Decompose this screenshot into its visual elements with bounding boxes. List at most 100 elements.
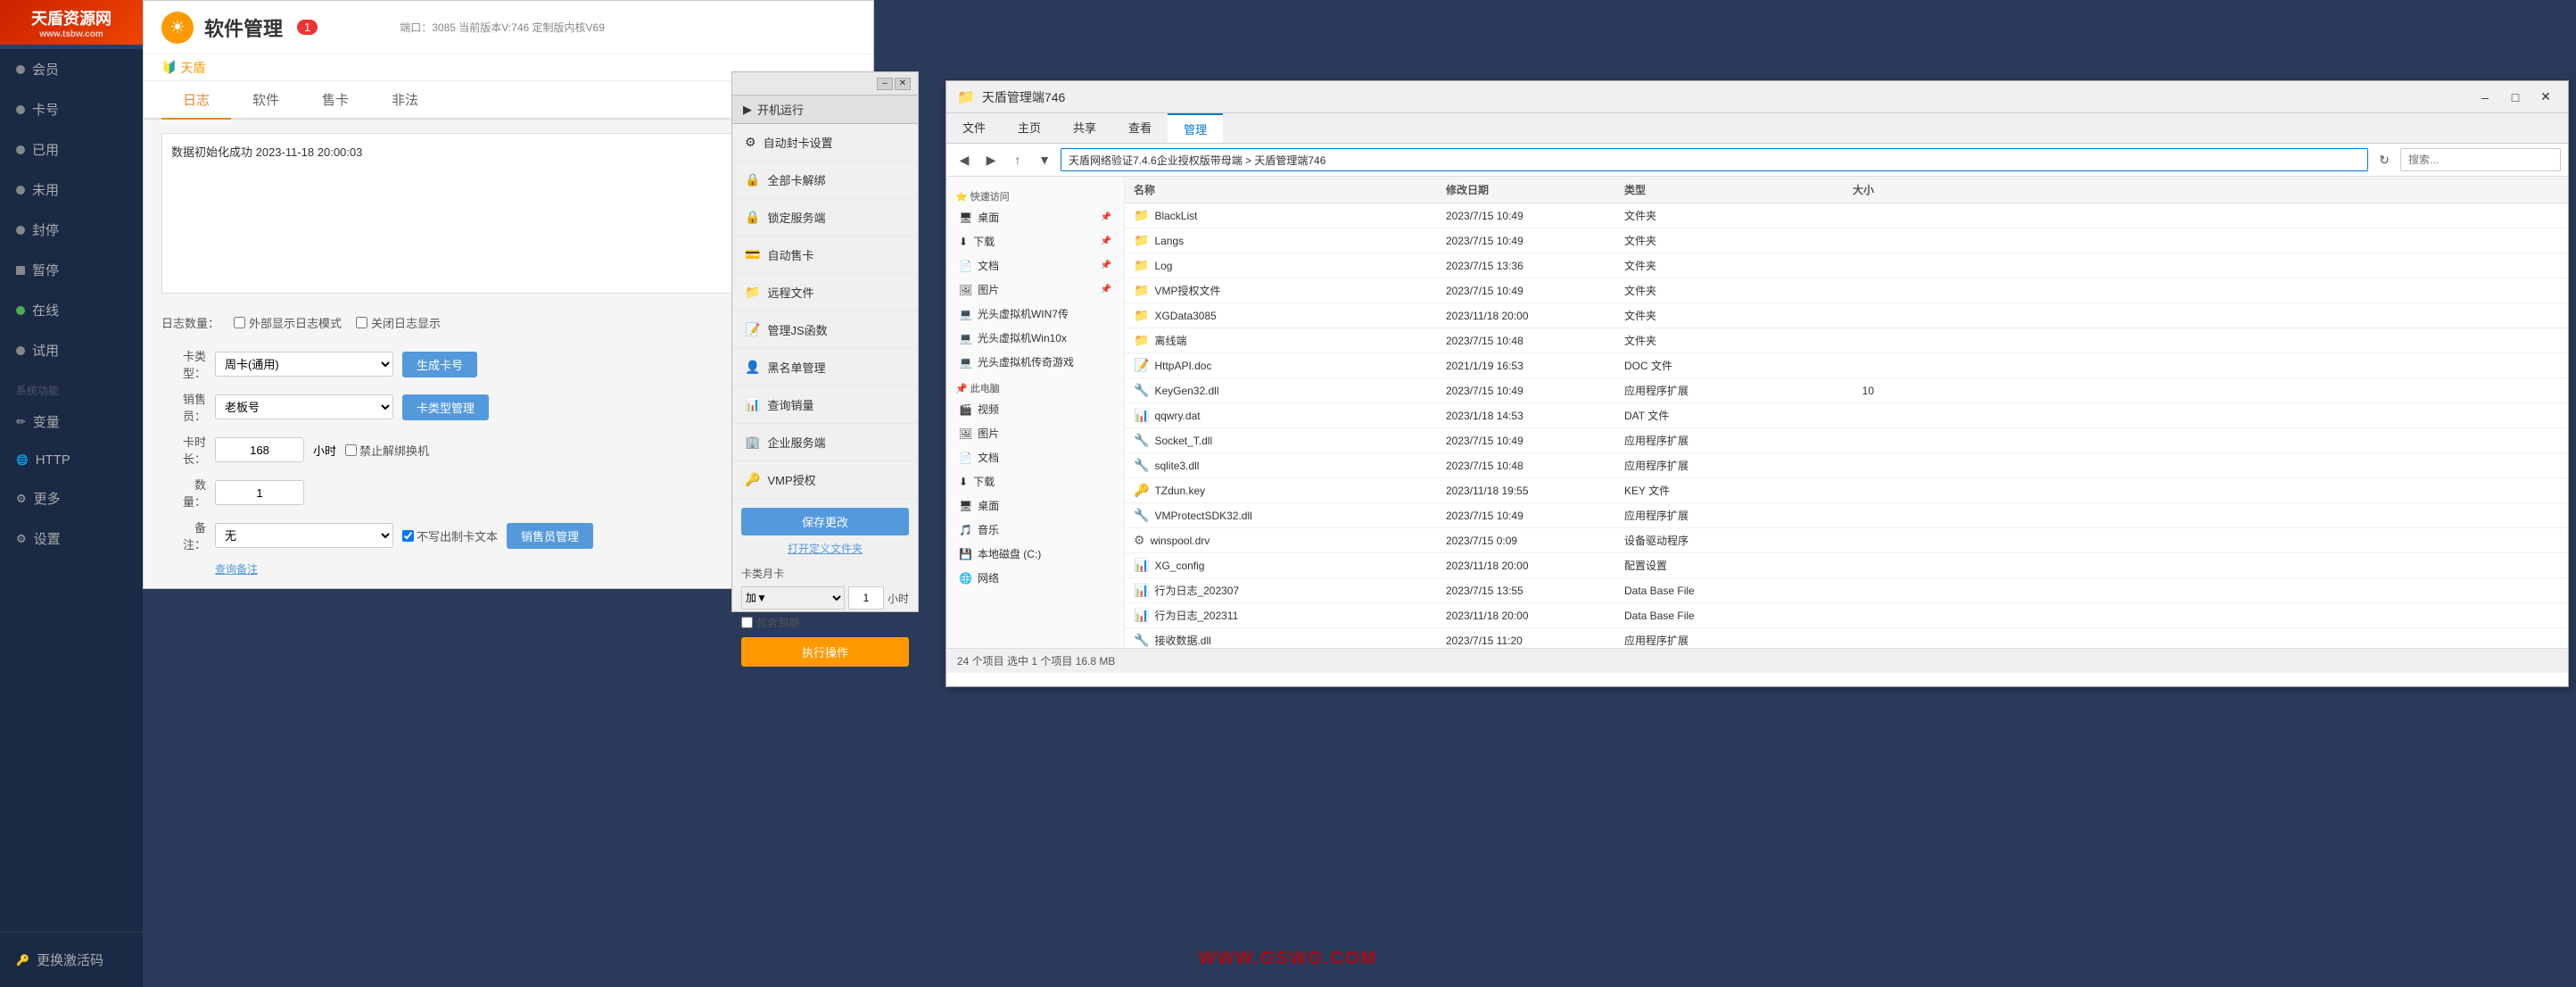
fe-sidebar-vm2[interactable]: 💻 光头虚拟机Win10x xyxy=(946,326,1124,350)
col-size[interactable]: 大小 xyxy=(1776,180,1883,199)
mid-item-autocard[interactable]: ⚙ 自动封卡设置 xyxy=(732,124,918,162)
file-row[interactable]: 📊 行为日志_202311 2023/11/18 20:00 Data Base… xyxy=(1125,603,2568,628)
file-row[interactable]: 📊 qqwry.dat 2023/1/18 14:53 DAT 文件 xyxy=(1125,403,2568,428)
fe-tab-view[interactable]: 查看 xyxy=(1112,113,1168,143)
fe-search-input[interactable] xyxy=(2400,148,2561,171)
tab-software[interactable]: 软件 xyxy=(231,81,301,120)
file-row[interactable]: 🔧 Socket_T.dll 2023/7/15 10:49 应用程序扩展 xyxy=(1125,428,2568,453)
sidebar-item-trial[interactable]: 试用 xyxy=(0,330,143,370)
nav-recent-btn[interactable]: ▼ xyxy=(1034,149,1055,170)
sidebar-item-used[interactable]: 已用 xyxy=(0,129,143,170)
sidebar-item-variable[interactable]: ✏ 变量 xyxy=(0,402,143,442)
col-date[interactable]: 修改日期 xyxy=(1437,180,1615,199)
sidebar-item-cardno[interactable]: 卡号 xyxy=(0,89,143,129)
mid-item-remotefile[interactable]: 📁 远程文件 xyxy=(732,274,918,311)
sidebar-item-paused[interactable]: 暂停 xyxy=(0,250,143,290)
prevent-switch-checkbox[interactable] xyxy=(345,444,357,456)
card-type-mgr-btn[interactable]: 卡类型管理 xyxy=(402,394,489,420)
checkbox-close-log[interactable] xyxy=(356,317,367,328)
file-row[interactable]: 📁 Log 2023/7/15 13:36 文件夹 xyxy=(1125,253,2568,278)
fe-address-path[interactable]: 天盾网络验证7.4.6企业授权版带母端 > 天盾管理端746 xyxy=(1061,148,2368,171)
add-value-input[interactable] xyxy=(848,586,884,610)
seller-mgr-btn[interactable]: 销售员管理 xyxy=(507,523,593,549)
fe-sidebar-docs[interactable]: 📄 文档 📌 xyxy=(946,253,1124,278)
nav-forward-btn[interactable]: ▶ xyxy=(980,149,1002,170)
col-name[interactable]: 名称 xyxy=(1125,180,1437,199)
sidebar-item-activationcode[interactable]: 🔑 更换激活码 xyxy=(0,940,143,980)
fe-sidebar-desk2[interactable]: 🖥 桌面 xyxy=(946,494,1124,518)
fe-sidebar-video[interactable]: 🎬 视频 xyxy=(946,397,1124,421)
seller-select[interactable]: 老板号 xyxy=(215,394,393,419)
mid-item-unbind[interactable]: 🔒 全部卡解绑 xyxy=(732,162,918,199)
tab-illegal[interactable]: 非法 xyxy=(370,81,440,120)
fe-sidebar-dl2[interactable]: ⬇ 下载 xyxy=(946,469,1124,494)
checkbox-close-label[interactable]: 关闭日志显示 xyxy=(356,314,441,331)
mid-item-enterprise[interactable]: 🏢 企业服务端 xyxy=(732,424,918,461)
file-row[interactable]: 📁 Langs 2023/7/15 10:49 文件夹 xyxy=(1125,228,2568,253)
file-row[interactable]: 📁 BlackList 2023/7/15 10:49 文件夹 xyxy=(1125,203,2568,228)
remark-select[interactable]: 无 xyxy=(215,523,393,548)
fe-tab-file[interactable]: 文件 xyxy=(946,113,1002,143)
gen-card-btn[interactable]: 生成卡号 xyxy=(402,352,477,377)
fe-sidebar-music[interactable]: 🎵 音乐 xyxy=(946,518,1124,542)
minimize-window-btn[interactable]: – xyxy=(2473,88,2497,106)
fe-sidebar-localc[interactable]: 💾 本地磁盘 (C:) xyxy=(946,542,1124,566)
fe-sidebar-desktop[interactable]: 🖥 桌面 📌 xyxy=(946,205,1124,229)
sidebar-item-member[interactable]: 会员 xyxy=(0,49,143,89)
include-expiry-checkbox[interactable] xyxy=(741,617,753,628)
file-row[interactable]: 🔧 接收数据.dll 2023/7/15 11:20 应用程序扩展 xyxy=(1125,628,2568,648)
fe-sidebar-images[interactable]: 🖼 图片 📌 xyxy=(946,278,1124,302)
refresh-btn[interactable]: ↻ xyxy=(2374,149,2395,170)
file-row[interactable]: 📁 VMP授权文件 2023/7/15 10:49 文件夹 xyxy=(1125,278,2568,303)
fe-sidebar-vm3[interactable]: 💻 光头虚拟机传奇游戏 xyxy=(946,350,1124,374)
fe-tab-share[interactable]: 共享 xyxy=(1057,113,1112,143)
file-row[interactable]: 🔧 sqlite3.dll 2023/7/15 10:48 应用程序扩展 xyxy=(1125,453,2568,478)
save-changes-btn[interactable]: 保存更改 xyxy=(741,508,909,535)
file-row[interactable]: 📁 离线端 2023/7/15 10:48 文件夹 xyxy=(1125,328,2568,353)
sidebar-item-online[interactable]: 在线 xyxy=(0,290,143,330)
execute-btn[interactable]: 执行操作 xyxy=(741,637,909,667)
close-btn[interactable]: ✕ xyxy=(895,78,911,90)
card-type-select[interactable]: 周卡(通用) xyxy=(215,352,393,377)
fe-tab-manage[interactable]: 管理 xyxy=(1168,113,1223,143)
sidebar-item-settings[interactable]: ⚙ 设置 xyxy=(0,518,143,559)
mid-item-autosell[interactable]: 💳 自动售卡 xyxy=(732,236,918,274)
open-file-link[interactable]: 打开定义文件夹 xyxy=(741,541,909,557)
fe-sidebar-download[interactable]: ⬇ 下载 📌 xyxy=(946,229,1124,253)
mid-item-jsmanage[interactable]: 📝 管理JS函数 xyxy=(732,311,918,349)
fe-tab-home[interactable]: 主页 xyxy=(1002,113,1057,143)
sidebar-item-banned[interactable]: 封停 xyxy=(0,210,143,250)
quantity-input[interactable] xyxy=(215,480,304,505)
fe-sidebar-vm1[interactable]: 💻 光头虚拟机WIN7传 xyxy=(946,302,1124,326)
duration-input[interactable] xyxy=(215,437,304,462)
fe-sidebar-network[interactable]: 🌐 网络 xyxy=(946,566,1124,590)
file-row[interactable]: 📊 XG_config 2023/11/18 20:00 配置设置 xyxy=(1125,553,2568,578)
file-row[interactable]: 🔧 VMProtectSDK32.dll 2023/7/15 10:49 应用程… xyxy=(1125,503,2568,528)
mid-item-vmp[interactable]: 🔑 VMP授权 xyxy=(732,461,918,499)
sidebar-item-more[interactable]: ⚙ 更多 xyxy=(0,478,143,518)
tab-log[interactable]: 日志 xyxy=(161,81,231,120)
prevent-switch-label[interactable]: 禁止解绑换机 xyxy=(345,442,429,459)
file-row[interactable]: ⚙ winspool.drv 2023/7/15 0:09 设备驱动程序 xyxy=(1125,528,2568,553)
mid-item-blacklist[interactable]: 👤 黑名单管理 xyxy=(732,349,918,386)
tab-sell-card[interactable]: 售卡 xyxy=(301,81,370,120)
nav-back-btn[interactable]: ◀ xyxy=(954,149,975,170)
file-row[interactable]: 📊 行为日志_202307 2023/7/15 13:55 Data Base … xyxy=(1125,578,2568,603)
no-print-checkbox[interactable] xyxy=(402,530,414,542)
sidebar-item-http[interactable]: 🌐 HTTP xyxy=(0,442,143,478)
fe-sidebar-pic[interactable]: 🖼 图片 xyxy=(946,421,1124,445)
file-row[interactable]: 📝 HttpAPI.doc 2021/1/19 16:53 DOC 文件 xyxy=(1125,353,2568,378)
minimize-btn[interactable]: – xyxy=(877,78,893,90)
no-print-label[interactable]: 不写出制卡文本 xyxy=(402,527,498,544)
nav-up-btn[interactable]: ↑ xyxy=(1007,149,1028,170)
maximize-window-btn[interactable]: □ xyxy=(2504,88,2527,106)
file-row[interactable]: 🔧 KeyGen32.dll 2023/7/15 10:49 应用程序扩展 10 xyxy=(1125,378,2568,403)
close-window-btn[interactable]: ✕ xyxy=(2534,88,2557,106)
add-select[interactable]: 加▼ xyxy=(741,586,845,610)
col-type[interactable]: 类型 xyxy=(1615,180,1776,199)
sidebar-item-unused[interactable]: 未用 xyxy=(0,170,143,210)
fe-sidebar-doc2[interactable]: 📄 文档 xyxy=(946,445,1124,469)
file-row[interactable]: 🔑 TZdun.key 2023/11/18 19:55 KEY 文件 xyxy=(1125,478,2568,503)
checkbox-external-label[interactable]: 外部显示日志模式 xyxy=(234,314,342,331)
mid-item-lockserver[interactable]: 🔒 锁定服务端 xyxy=(732,199,918,236)
